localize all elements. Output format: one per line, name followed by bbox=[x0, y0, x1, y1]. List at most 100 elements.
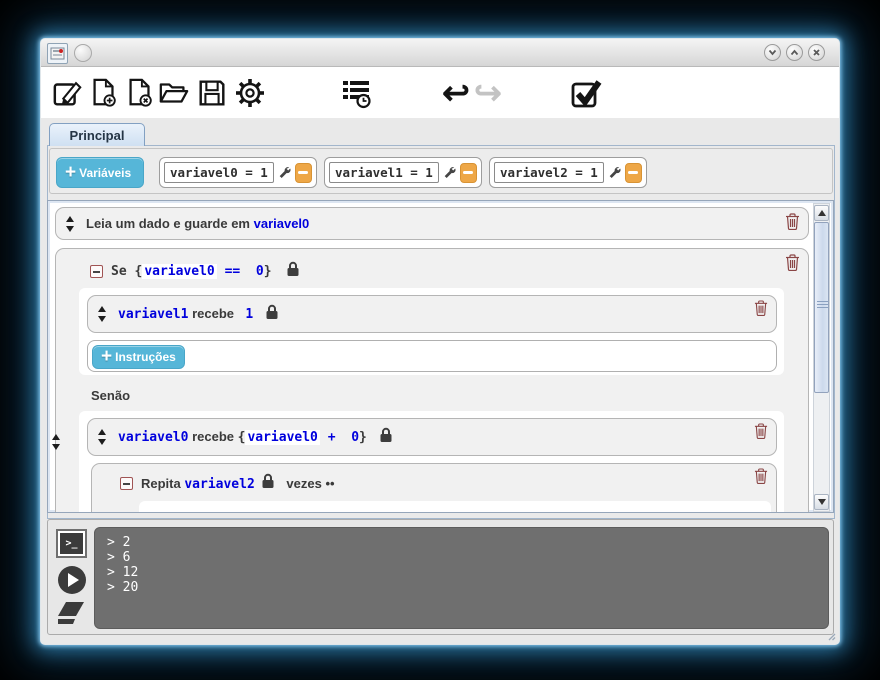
console-panel: >_ > 2 > 6 > 12 > 20 bbox=[47, 519, 834, 635]
repeat-block-container[interactable]: Repita variavel2 vezes •• bbox=[91, 463, 777, 513]
target-variable[interactable]: variavel1 bbox=[118, 307, 188, 322]
program-scroll-area: Leia um dado e guarde em variavel0 bbox=[47, 200, 834, 513]
delete-block-button[interactable] bbox=[785, 213, 800, 235]
assign-value[interactable]: 1 bbox=[238, 307, 254, 322]
lock-icon[interactable] bbox=[379, 427, 393, 448]
instructions-dropzone: + Instruções bbox=[87, 340, 777, 372]
close-button[interactable] bbox=[808, 44, 825, 61]
console-line: > 2 bbox=[107, 535, 828, 550]
if-keyword: Se bbox=[111, 264, 134, 279]
assign-block[interactable]: variavel1 recebe 1 bbox=[87, 295, 777, 333]
wrench-icon[interactable] bbox=[443, 164, 456, 181]
arrow-up-icon bbox=[818, 210, 826, 216]
new-file-button[interactable] bbox=[87, 76, 121, 110]
open-file-button[interactable] bbox=[157, 76, 191, 110]
variable-chip: variavel2 = 1 bbox=[489, 157, 647, 188]
expression-variable-field[interactable]: variavel0 bbox=[245, 430, 319, 445]
plus-icon: + bbox=[65, 166, 76, 180]
assign-keyword: recebe bbox=[188, 429, 237, 444]
variable-value-field[interactable]: variavel0 = 1 bbox=[164, 162, 274, 183]
delete-file-icon bbox=[124, 77, 156, 109]
maximize-button[interactable] bbox=[786, 44, 803, 61]
title-bar[interactable] bbox=[41, 39, 839, 67]
lock-icon[interactable] bbox=[265, 304, 279, 325]
trash-icon bbox=[754, 423, 768, 439]
scroll-up-button[interactable] bbox=[814, 205, 829, 221]
settings-button[interactable] bbox=[233, 76, 267, 110]
variables-panel: + Variáveis variavel0 = 1 variavel1 = 1 … bbox=[49, 148, 833, 194]
minimize-button[interactable] bbox=[764, 44, 781, 61]
redo-button[interactable]: ↪ bbox=[471, 76, 505, 110]
drag-handle-dots[interactable]: •• bbox=[325, 476, 334, 491]
program-list-button[interactable] bbox=[339, 76, 373, 110]
undo-button[interactable]: ↩ bbox=[439, 76, 473, 110]
tab-principal[interactable]: Principal bbox=[49, 123, 145, 146]
remove-variable-button[interactable] bbox=[625, 163, 642, 183]
add-variable-button[interactable]: + Variáveis bbox=[56, 157, 144, 188]
expression-value[interactable]: 0 bbox=[343, 430, 359, 445]
collapse-if-button[interactable] bbox=[90, 265, 103, 278]
delete-block-button[interactable] bbox=[754, 423, 768, 444]
scroll-down-button[interactable] bbox=[814, 494, 829, 510]
add-instruction-button[interactable]: + Instruções bbox=[92, 345, 185, 369]
minus-icon bbox=[93, 271, 100, 273]
titlebar-extra-button[interactable] bbox=[74, 44, 92, 62]
read-block[interactable]: Leia um dado e guarde em variavel0 bbox=[55, 207, 809, 240]
brace-close: } bbox=[264, 264, 272, 279]
console-line: > 12 bbox=[107, 565, 828, 580]
scrollbar-thumb[interactable] bbox=[814, 222, 829, 393]
edit-program-button[interactable] bbox=[51, 76, 85, 110]
chevron-down-icon bbox=[767, 47, 778, 58]
collapse-repeat-button[interactable] bbox=[120, 477, 133, 490]
close-icon bbox=[811, 47, 822, 58]
resize-grip[interactable] bbox=[826, 631, 836, 641]
application-icon bbox=[50, 46, 65, 61]
lock-icon[interactable] bbox=[286, 261, 300, 282]
clear-console-button[interactable] bbox=[57, 601, 85, 630]
variable-token[interactable]: variavel0 bbox=[254, 216, 310, 231]
move-block-spinner[interactable] bbox=[98, 306, 106, 322]
wrench-icon[interactable] bbox=[278, 164, 291, 181]
terminal-tab-button[interactable]: >_ bbox=[56, 529, 87, 558]
plus-icon: + bbox=[101, 350, 112, 364]
delete-block-button[interactable] bbox=[785, 254, 800, 276]
delete-block-button[interactable] bbox=[754, 300, 768, 321]
move-block-spinner[interactable] bbox=[98, 429, 106, 445]
validate-button[interactable] bbox=[569, 76, 603, 110]
save-button[interactable] bbox=[195, 76, 229, 110]
condition-operator[interactable]: == bbox=[217, 264, 248, 279]
minus-icon bbox=[123, 483, 130, 485]
variable-value-field[interactable]: variavel1 = 1 bbox=[329, 162, 439, 183]
console-output[interactable]: > 2 > 6 > 12 > 20 bbox=[94, 527, 829, 629]
edit-pencil-icon bbox=[52, 77, 84, 109]
brace-close: } bbox=[359, 430, 367, 445]
remove-variable-button[interactable] bbox=[295, 163, 312, 183]
vertical-scrollbar[interactable] bbox=[813, 203, 830, 512]
condition-value[interactable]: 0 bbox=[248, 264, 264, 279]
remove-variable-button[interactable] bbox=[460, 163, 477, 183]
condition-variable-field[interactable]: variavel0 bbox=[142, 264, 216, 279]
trash-icon bbox=[754, 300, 768, 316]
console-line: > 6 bbox=[107, 550, 828, 565]
repeat-count-variable[interactable]: variavel2 bbox=[184, 477, 254, 492]
program-list-icon bbox=[339, 76, 373, 110]
open-folder-icon bbox=[158, 77, 190, 109]
arrow-down-icon bbox=[818, 499, 826, 505]
add-variable-label: Variáveis bbox=[79, 166, 131, 180]
variable-value-field[interactable]: variavel2 = 1 bbox=[494, 162, 604, 183]
if-block-container[interactable]: Se {variavel0 == 0} variavel1 recebe 1 bbox=[55, 248, 809, 513]
move-if-block-spinner[interactable] bbox=[52, 434, 60, 450]
trash-icon bbox=[785, 254, 800, 271]
run-button[interactable] bbox=[58, 566, 86, 594]
delete-file-button[interactable] bbox=[123, 76, 157, 110]
assign-block[interactable]: variavel0 recebe {variavel0 + 0} bbox=[87, 418, 777, 456]
gear-icon bbox=[233, 76, 267, 110]
delete-block-button[interactable] bbox=[754, 468, 768, 489]
lock-icon[interactable] bbox=[261, 473, 275, 494]
wrench-icon[interactable] bbox=[608, 164, 621, 181]
scrollbar-grip bbox=[817, 301, 828, 308]
target-variable[interactable]: variavel0 bbox=[118, 430, 188, 445]
expression-operator[interactable]: + bbox=[320, 430, 343, 445]
move-block-spinner[interactable] bbox=[66, 216, 74, 232]
app-menu-button[interactable] bbox=[47, 43, 68, 64]
